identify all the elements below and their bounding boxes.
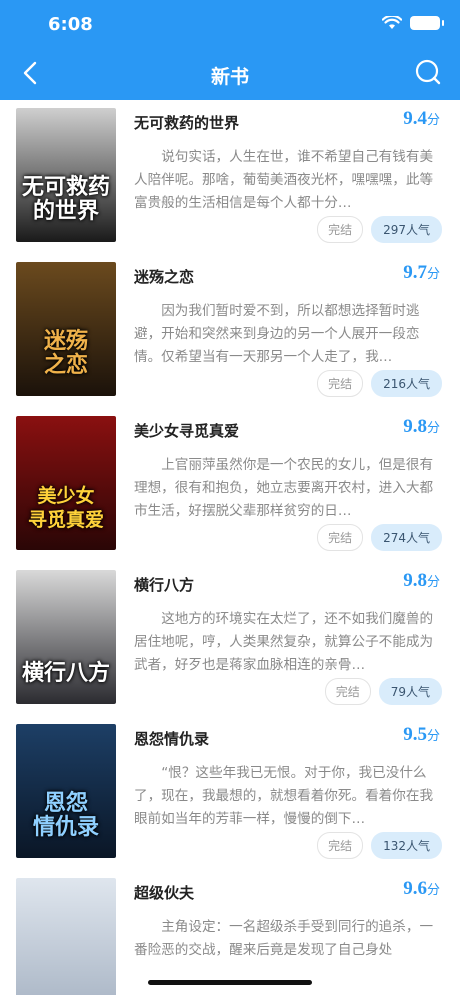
book-score: 9.5分 xyxy=(403,724,440,745)
book-description: 上官丽萍虽然你是一个农民的女儿，但是很有理想，很有和抱负，她立志要离开农村，进入… xyxy=(134,457,434,519)
book-title[interactable]: 超级伙夫 xyxy=(134,882,194,903)
book-cover[interactable]: 迷殇 之恋 xyxy=(16,262,116,396)
book-item[interactable]: 横行八方 横行八方 9.8分 这地方的环境实在太烂了，还不如我们魔兽的居住地呢，… xyxy=(0,562,460,716)
cover-title: 美少女 寻觅真爱 xyxy=(27,485,104,531)
book-title[interactable]: 恩怨情仇录 xyxy=(134,728,209,749)
popularity-badge: 297人气 xyxy=(371,216,442,243)
book-tags: 完结 132人气 xyxy=(317,832,442,859)
book-score: 9.8分 xyxy=(403,570,440,591)
status-badge: 完结 xyxy=(317,832,364,859)
battery-icon xyxy=(410,16,444,30)
book-score: 9.4分 xyxy=(403,108,440,129)
status-badge: 完结 xyxy=(317,216,364,243)
app-header: 6:08 新书 xyxy=(0,0,460,100)
book-description: 主角设定：一名超级杀手受到同行的追杀，一番险恶的交战，醒来后竟是发现了自己身处 xyxy=(134,919,434,958)
book-cover[interactable]: 横行八方 xyxy=(16,570,116,704)
popularity-badge: 79人气 xyxy=(378,678,442,705)
status-badge: 完结 xyxy=(317,524,364,551)
book-title[interactable]: 无可救药的世界 xyxy=(134,112,239,133)
status-icons xyxy=(382,16,444,30)
book-tags: 完结 79人气 xyxy=(324,678,442,705)
cover-title: 横行八方 xyxy=(21,661,110,686)
book-title[interactable]: 横行八方 xyxy=(134,574,194,595)
book-tags: 完结 274人气 xyxy=(317,524,442,551)
status-badge: 完结 xyxy=(324,678,371,705)
book-tags: 完结 216人气 xyxy=(317,370,442,397)
book-title[interactable]: 迷殇之恋 xyxy=(134,266,194,287)
book-score: 9.8分 xyxy=(403,416,440,437)
book-title[interactable]: 美少女寻觅真爱 xyxy=(134,420,239,441)
book-description: 这地方的环境实在太烂了，还不如我们魔兽的居住地呢，哼，人类果然复杂，就算公子不能… xyxy=(134,611,434,673)
cover-title: 恩怨 情仇录 xyxy=(32,791,99,840)
popularity-badge: 132人气 xyxy=(371,832,442,859)
book-score: 9.7分 xyxy=(403,262,440,283)
cover-title: 迷殇 之恋 xyxy=(43,329,88,378)
book-cover[interactable]: 美少女 寻觅真爱 xyxy=(16,416,116,550)
home-indicator[interactable] xyxy=(148,980,312,985)
book-description: 说句实话，人生在世，谁不希望自己有钱有美人陪伴呢。那啥，葡萄美酒夜光杯，嘿嘿嘿，… xyxy=(134,149,434,211)
wifi-icon xyxy=(382,16,402,29)
book-score: 9.6分 xyxy=(403,878,440,899)
search-icon[interactable] xyxy=(414,58,442,86)
book-description: 因为我们暂时爱不到，所以都想选择暂时逃避，开始和突然来到身边的另一个人展开一段恋… xyxy=(134,303,420,365)
book-list: 无可救药 的世界 无可救药的世界 9.4分 说句实话，人生在世，谁不希望自己有钱… xyxy=(0,100,460,995)
book-item[interactable]: 无可救药 的世界 无可救药的世界 9.4分 说句实话，人生在世，谁不希望自己有钱… xyxy=(0,100,460,254)
book-cover[interactable]: 恩怨 情仇录 xyxy=(16,724,116,858)
book-item[interactable]: 迷殇 之恋 迷殇之恋 9.7分 因为我们暂时爱不到，所以都想选择暂时逃避，开始和… xyxy=(0,254,460,408)
book-item[interactable]: 恩怨 情仇录 恩怨情仇录 9.5分 “恨？这些年我已无恨。对于你，我已没什么了，… xyxy=(0,716,460,870)
popularity-badge: 216人气 xyxy=(371,370,442,397)
page-title: 新书 xyxy=(210,66,249,88)
cover-title: 无可救药 的世界 xyxy=(21,175,110,224)
book-cover[interactable]: 无可救药 的世界 xyxy=(16,108,116,242)
status-badge: 完结 xyxy=(317,370,364,397)
book-description: “恨？这些年我已无恨。对于你，我已没什么了，现在，我最想的，就想看着你死。看着你… xyxy=(134,765,434,827)
book-cover[interactable] xyxy=(16,878,116,995)
popularity-badge: 274人气 xyxy=(371,524,442,551)
book-tags: 完结 297人气 xyxy=(317,216,442,243)
status-time: 6:08 xyxy=(48,14,93,35)
book-item[interactable]: 超级伙夫 9.6分 主角设定：一名超级杀手受到同行的追杀，一番险恶的交战，醒来后… xyxy=(0,870,460,995)
book-item[interactable]: 美少女 寻觅真爱 美少女寻觅真爱 9.8分 上官丽萍虽然你是一个农民的女儿，但是… xyxy=(0,408,460,562)
